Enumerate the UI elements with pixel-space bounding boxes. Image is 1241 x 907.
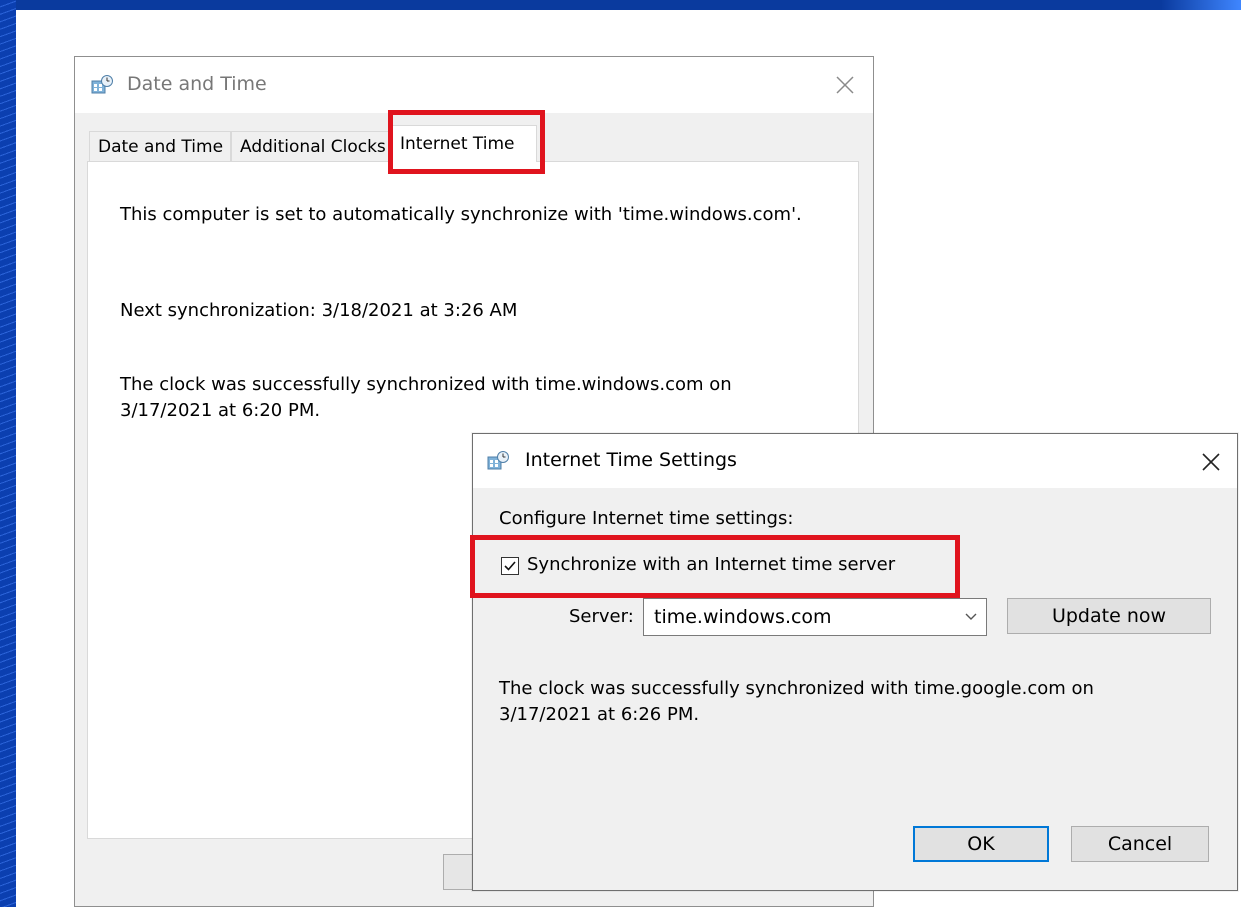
server-select[interactable]: time.windows.com <box>643 598 987 636</box>
date-time-titlebar: Date and Time <box>75 57 873 113</box>
tab-internet-time[interactable]: Internet Time <box>391 125 537 162</box>
next-sync-text: Next synchronization: 3/18/2021 at 3:26 … <box>120 300 518 321</box>
sync-checkbox-label[interactable]: Synchronize with an Internet time server <box>527 554 895 575</box>
slide-frame-top <box>0 0 1241 10</box>
dialog-titlebar: Internet Time Settings <box>473 434 1237 488</box>
cancel-button[interactable]: Cancel <box>1071 826 1209 862</box>
server-label: Server: <box>569 606 634 627</box>
chevron-down-icon <box>965 613 977 620</box>
sync-checkbox[interactable] <box>501 557 519 575</box>
close-icon[interactable] <box>833 73 857 97</box>
auto-sync-text: This computer is set to automatically sy… <box>120 204 802 225</box>
update-now-button[interactable]: Update now <box>1007 598 1211 634</box>
date-time-window-title: Date and Time <box>127 73 267 95</box>
date-time-app-icon <box>487 451 509 470</box>
close-icon[interactable] <box>1199 450 1223 474</box>
dialog-title: Internet Time Settings <box>525 449 737 471</box>
status-line2: 3/17/2021 at 6:26 PM. <box>499 704 700 725</box>
configure-heading: Configure Internet time settings: <box>499 508 794 529</box>
slide-corner-accent <box>1161 0 1241 10</box>
status-line1: The clock was successfully synchronized … <box>499 678 1094 699</box>
ok-button[interactable]: OK <box>913 826 1049 862</box>
date-time-app-icon <box>91 75 113 94</box>
last-sync-line2: 3/17/2021 at 6:20 PM. <box>120 400 321 421</box>
checkbox-checked-icon <box>504 561 516 571</box>
internet-time-settings-dialog: Internet Time Settings Configure Interne… <box>472 433 1238 891</box>
tab-additional-clocks[interactable]: Additional Clocks <box>231 131 391 161</box>
server-select-value: time.windows.com <box>654 606 832 628</box>
tab-date-and-time[interactable]: Date and Time <box>89 131 231 161</box>
last-sync-line1: The clock was successfully synchronized … <box>120 374 732 395</box>
slide-frame-left <box>0 0 16 907</box>
